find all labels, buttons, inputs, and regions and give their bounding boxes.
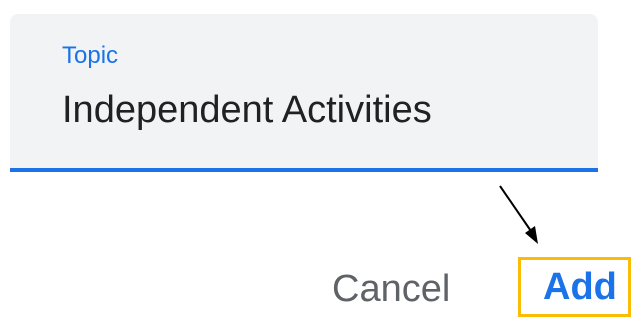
topic-field-label: Topic — [62, 42, 119, 69]
topic-field-underline — [10, 168, 598, 172]
cancel-button[interactable]: Cancel — [332, 270, 450, 308]
add-button[interactable]: Add — [518, 257, 631, 317]
topic-input-field[interactable]: Topic Independent Activities — [10, 14, 598, 172]
topic-field-value[interactable]: Independent Activities — [62, 89, 432, 132]
